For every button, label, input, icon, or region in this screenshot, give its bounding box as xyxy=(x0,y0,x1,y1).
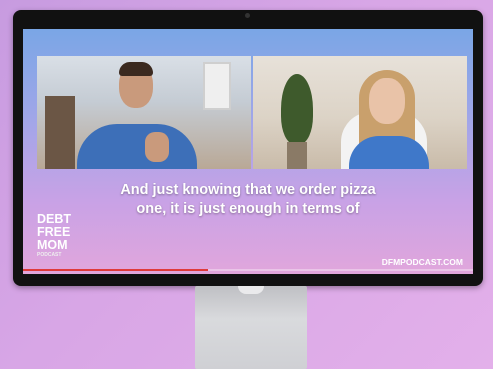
video-screen[interactable]: And just knowing that we order pizza one… xyxy=(23,29,473,274)
background-plant xyxy=(281,74,313,144)
logo-subline: PODCAST xyxy=(37,252,62,258)
background-pot xyxy=(287,142,307,169)
background-frame xyxy=(203,62,231,110)
camera-dot xyxy=(245,13,250,18)
debt-free-mom-logo: DEBT FREE MOM PODCAST xyxy=(37,213,97,259)
logo-line-3: MOM xyxy=(37,238,68,252)
video-progress-bar[interactable] xyxy=(23,269,473,271)
background-door xyxy=(45,96,75,169)
stand-notch xyxy=(238,286,264,294)
monitor-stand xyxy=(195,286,307,369)
person-woman-head xyxy=(369,78,405,124)
video-feed-right xyxy=(253,56,467,169)
person-man-body xyxy=(77,124,197,169)
video-feed-left xyxy=(37,56,251,169)
video-feeds xyxy=(37,56,467,169)
person-man-hand xyxy=(145,132,169,162)
monitor: And just knowing that we order pizza one… xyxy=(13,10,483,286)
caption-line-1: And just knowing that we order pizza xyxy=(120,182,376,198)
podcast-url: DFMPODCAST.COM xyxy=(381,257,463,267)
video-progress-fill xyxy=(23,269,208,271)
person-man-hair xyxy=(119,62,153,76)
